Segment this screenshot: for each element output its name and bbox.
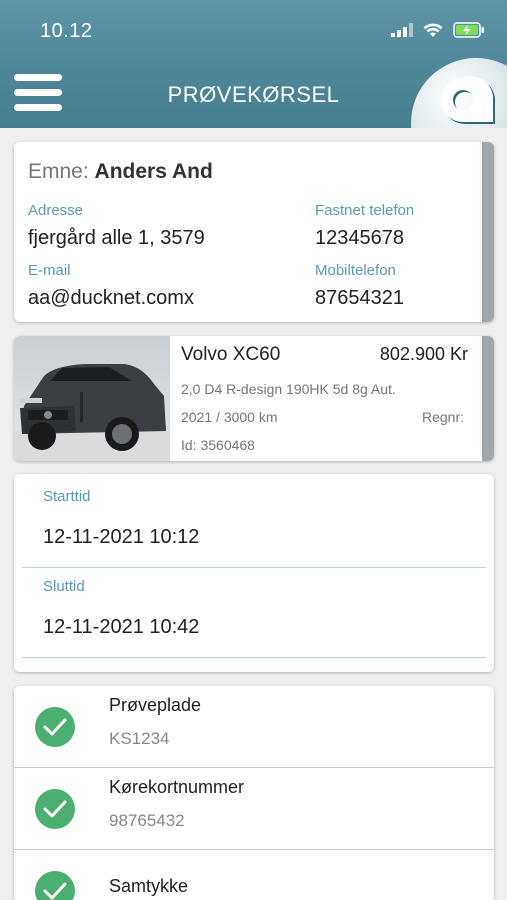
address-label: Adresse <box>28 202 84 219</box>
subject-label: Emne: <box>28 160 89 183</box>
app-header: 10.12 PRØVEKØRSEL <box>0 0 507 128</box>
check-circle-icon <box>35 789 75 829</box>
end-time-label: Sluttid <box>43 578 85 595</box>
row-title: Prøveplade <box>109 695 202 715</box>
app-logo <box>411 58 507 128</box>
mobile-value[interactable]: 87654321 <box>315 287 404 310</box>
car-image <box>14 336 170 461</box>
car-name: Volvo XC60 <box>181 344 281 365</box>
landline-value[interactable]: 12345678 <box>315 227 404 250</box>
time-card: Starttid 12-11-2021 10:12 Sluttid 12-11-… <box>14 474 494 672</box>
status-bar: 10.12 <box>0 0 507 60</box>
start-time-value[interactable]: 12-11-2021 10:12 <box>43 526 199 549</box>
customer-name: Anders And <box>94 160 213 183</box>
list-item[interactable]: Kørekortnummer 98765432 <box>14 768 494 850</box>
row-title: Samtykke <box>109 876 189 896</box>
signal-icon <box>391 23 413 37</box>
row-value: 98765432 <box>109 811 185 830</box>
email-label: E-mail <box>28 262 71 279</box>
customer-card[interactable]: Emne: Anders And Adresse fjergård alle 1… <box>14 142 494 322</box>
end-time-value[interactable]: 12-11-2021 10:42 <box>43 616 199 639</box>
subject-line: Emne: Anders And <box>28 160 213 184</box>
email-value[interactable]: aa@ducknet.comx <box>28 287 194 310</box>
card-side-bar <box>482 142 494 322</box>
list-item[interactable]: Samtykke <box>14 850 494 900</box>
divider <box>22 657 486 658</box>
car-year-km: 2021 / 3000 km <box>181 409 278 425</box>
checklist-card: Prøveplade KS1234 Kørekortnummer 9876543… <box>14 686 494 900</box>
wifi-icon <box>423 23 443 37</box>
battery-charging-icon <box>453 22 484 38</box>
landline-label: Fastnet telefon <box>315 202 415 219</box>
list-item[interactable]: Prøveplade KS1234 <box>14 686 494 768</box>
row-title: Kørekortnummer <box>109 777 245 797</box>
card-side-bar <box>482 336 494 461</box>
address-value: fjergård alle 1, 3579 <box>28 227 205 249</box>
row-value: KS1234 <box>109 729 170 748</box>
car-price: 802.900 Kr <box>379 344 468 364</box>
logo-icon <box>441 76 496 124</box>
car-card[interactable]: Volvo XC60 802.900 Kr 2,0 D4 R-design 19… <box>14 336 494 461</box>
check-circle-icon <box>35 707 75 747</box>
check-circle-icon <box>35 871 75 900</box>
car-id: Id: 3560468 <box>181 437 255 453</box>
status-time: 10.12 <box>40 20 93 42</box>
mobile-label: Mobiltelefon <box>315 262 396 279</box>
start-time-label: Starttid <box>43 488 91 505</box>
car-regnr-label: Regnr: <box>421 409 464 425</box>
car-variant: 2,0 D4 R-design 190HK 5d 8g Aut. <box>181 381 396 397</box>
status-icons <box>391 22 485 38</box>
divider <box>22 567 486 568</box>
